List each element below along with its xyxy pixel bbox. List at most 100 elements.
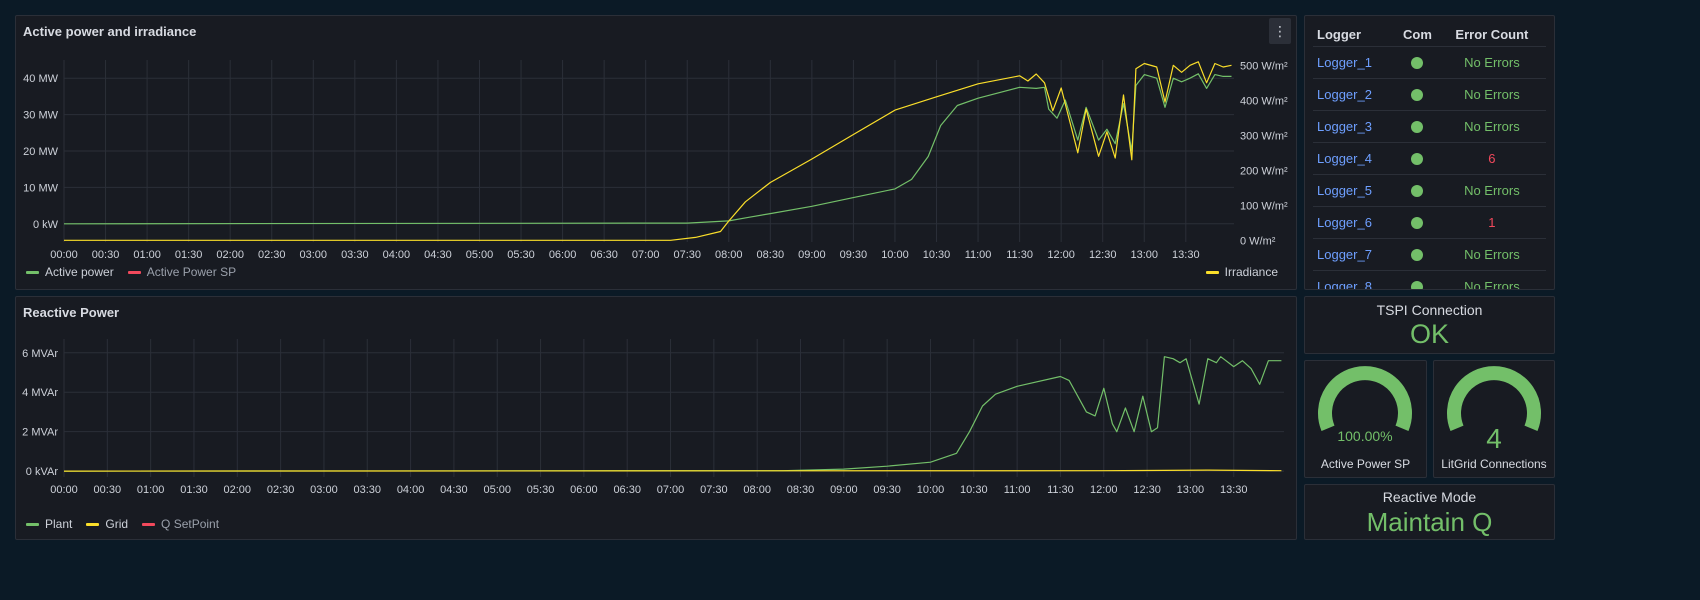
- legend-item[interactable]: Plant: [26, 517, 72, 531]
- com-status-cell: [1397, 142, 1438, 175]
- error-count-cell: No Errors: [1437, 238, 1546, 271]
- legend-item[interactable]: Active power: [26, 265, 114, 279]
- y-tick-label: 4 MVAr: [22, 387, 58, 399]
- gauge-fill: [1318, 366, 1412, 431]
- legend-swatch-icon: [127, 270, 141, 274]
- x-tick-label: 10:00: [917, 484, 945, 496]
- reactive-mode-panel: Reactive Mode Maintain Q: [1304, 484, 1555, 540]
- error-count-cell: No Errors: [1437, 110, 1546, 143]
- status-dot-icon: [1411, 281, 1424, 289]
- chart-legend: Active power Active Power SP: [26, 265, 250, 279]
- x-tick-label: 00:00: [50, 484, 78, 496]
- legend-item[interactable]: Grid: [86, 517, 128, 531]
- reactive-power-chart: 00:00 00:30 01:00 01:30 02:00 02:30 03:00 03:30…: [22, 339, 1284, 496]
- status-dot-icon: [1411, 121, 1424, 134]
- x-tick-label: 03:00: [300, 249, 328, 261]
- legend-item[interactable]: Active Power SP: [127, 265, 237, 279]
- x-tick-label: 07:30: [673, 249, 701, 261]
- x-tick-label: 08:00: [743, 484, 771, 496]
- legend-label: Active power: [45, 265, 114, 279]
- logger-name-link[interactable]: Logger_2: [1313, 78, 1397, 111]
- column-header-error-count[interactable]: Error Count: [1437, 24, 1546, 47]
- logger-name-link[interactable]: Logger_3: [1313, 110, 1397, 143]
- legend-label: Q SetPoint: [161, 517, 220, 531]
- legend-swatch-icon: [86, 522, 100, 526]
- error-count-cell: No Errors: [1437, 174, 1546, 207]
- table-row: Logger_3 No Errors: [1313, 110, 1546, 143]
- x-tick-label: 09:30: [840, 249, 868, 261]
- logger-name-link[interactable]: Logger_5: [1313, 174, 1397, 207]
- x-tick-label: 03:30: [354, 484, 382, 496]
- status-dot-icon: [1411, 249, 1424, 262]
- status-dot-icon: [1411, 89, 1424, 102]
- table-row: Logger_6 1: [1313, 206, 1546, 239]
- x-tick-label: 00:30: [92, 249, 120, 261]
- x-tick-label: 11:00: [965, 249, 992, 261]
- panel-title: Active power and irradiance: [23, 24, 197, 39]
- x-tick-label: 01:00: [137, 484, 165, 496]
- error-count-cell: No Errors: [1437, 270, 1546, 289]
- x-tick-label: 11:30: [1047, 484, 1074, 496]
- kebab-menu-icon[interactable]: ⋮: [1269, 18, 1291, 44]
- legend-label: Irradiance: [1224, 265, 1278, 279]
- status-dot-icon: [1411, 57, 1424, 70]
- gauge-label: Active Power SP: [1320, 457, 1411, 471]
- x-tick-label: 07:00: [657, 484, 685, 496]
- active-power-sp-gauge-panel: 100.00% Active Power SP: [1304, 360, 1427, 478]
- legend-item[interactable]: Q SetPoint: [142, 517, 219, 531]
- active-power-sp-gauge: 100.00%: [1318, 366, 1412, 444]
- x-tick-label: 11:30: [1006, 249, 1033, 261]
- column-header-logger[interactable]: Logger: [1313, 24, 1397, 47]
- table-row: Logger_7 No Errors: [1313, 238, 1546, 271]
- x-tick-label: 13:00: [1177, 484, 1205, 496]
- com-status-cell: [1397, 46, 1438, 79]
- chart-legend-right: Irradiance: [1205, 265, 1292, 279]
- x-tick-label: 02:30: [267, 484, 295, 496]
- error-count-cell: No Errors: [1437, 46, 1546, 79]
- gauge-fill: [1447, 366, 1541, 431]
- legend-label: Active Power SP: [146, 265, 237, 279]
- column-header-com[interactable]: Com: [1397, 24, 1438, 47]
- x-tick-label: 01:30: [180, 484, 208, 496]
- com-status-cell: [1397, 110, 1438, 143]
- x-tick-label: 03:30: [341, 249, 369, 261]
- x-tick-label: 11:00: [1004, 484, 1031, 496]
- table-row: Logger_4 6: [1313, 142, 1546, 175]
- y-tick-label: 40 MW: [23, 73, 58, 85]
- error-count-cell: No Errors: [1437, 78, 1546, 111]
- reactive-power-panel: Reactive Power 00:00 00:30 01:00 01:30 02:00…: [15, 296, 1297, 540]
- x-tick-label: 10:30: [923, 249, 951, 261]
- logger-name-link[interactable]: Logger_6: [1313, 206, 1397, 239]
- table-row: Logger_8 No Errors: [1313, 270, 1546, 289]
- x-tick-label: 12:30: [1089, 249, 1117, 261]
- gauge-label: LitGrid Connections: [1441, 457, 1547, 471]
- x-tick-label: 10:00: [881, 249, 909, 261]
- y-right-tick-label: 400 W/m²: [1240, 95, 1288, 107]
- table-row: Logger_5 No Errors: [1313, 174, 1546, 207]
- x-tick-label: 06:30: [590, 249, 618, 261]
- x-tick-label: 05:30: [507, 249, 535, 261]
- x-tick-label: 06:00: [570, 484, 598, 496]
- logger-name-link[interactable]: Logger_1: [1313, 46, 1397, 79]
- x-tick-label: 05:30: [527, 484, 555, 496]
- logger-name-link[interactable]: Logger_4: [1313, 142, 1397, 175]
- x-tick-label: 08:30: [757, 249, 785, 261]
- logger-table: Logger Com Error Count Logger_1 No Errors…: [1313, 24, 1546, 289]
- y-right-tick-label: 500 W/m²: [1240, 60, 1288, 72]
- x-tick-label: 02:30: [258, 249, 286, 261]
- com-status-cell: [1397, 270, 1438, 289]
- legend-swatch-icon: [26, 522, 39, 526]
- y-tick-label: 2 MVAr: [22, 427, 58, 439]
- tspi-status-value: OK: [1409, 319, 1449, 349]
- logger-name-link[interactable]: Logger_7: [1313, 238, 1397, 271]
- legend-swatch-icon: [1205, 270, 1219, 274]
- x-tick-label: 01:00: [133, 249, 161, 261]
- x-tick-label: 03:00: [310, 484, 338, 496]
- table-row: Logger_2 No Errors: [1313, 78, 1546, 111]
- logger-name-link[interactable]: Logger_8: [1313, 270, 1397, 289]
- y-tick-label: 30 MW: [23, 110, 58, 122]
- x-tick-label: 13:30: [1220, 484, 1248, 496]
- x-tick-label: 07:30: [700, 484, 728, 496]
- y-right-tick-label: 300 W/m²: [1240, 130, 1288, 142]
- legend-item[interactable]: Irradiance: [1205, 265, 1278, 279]
